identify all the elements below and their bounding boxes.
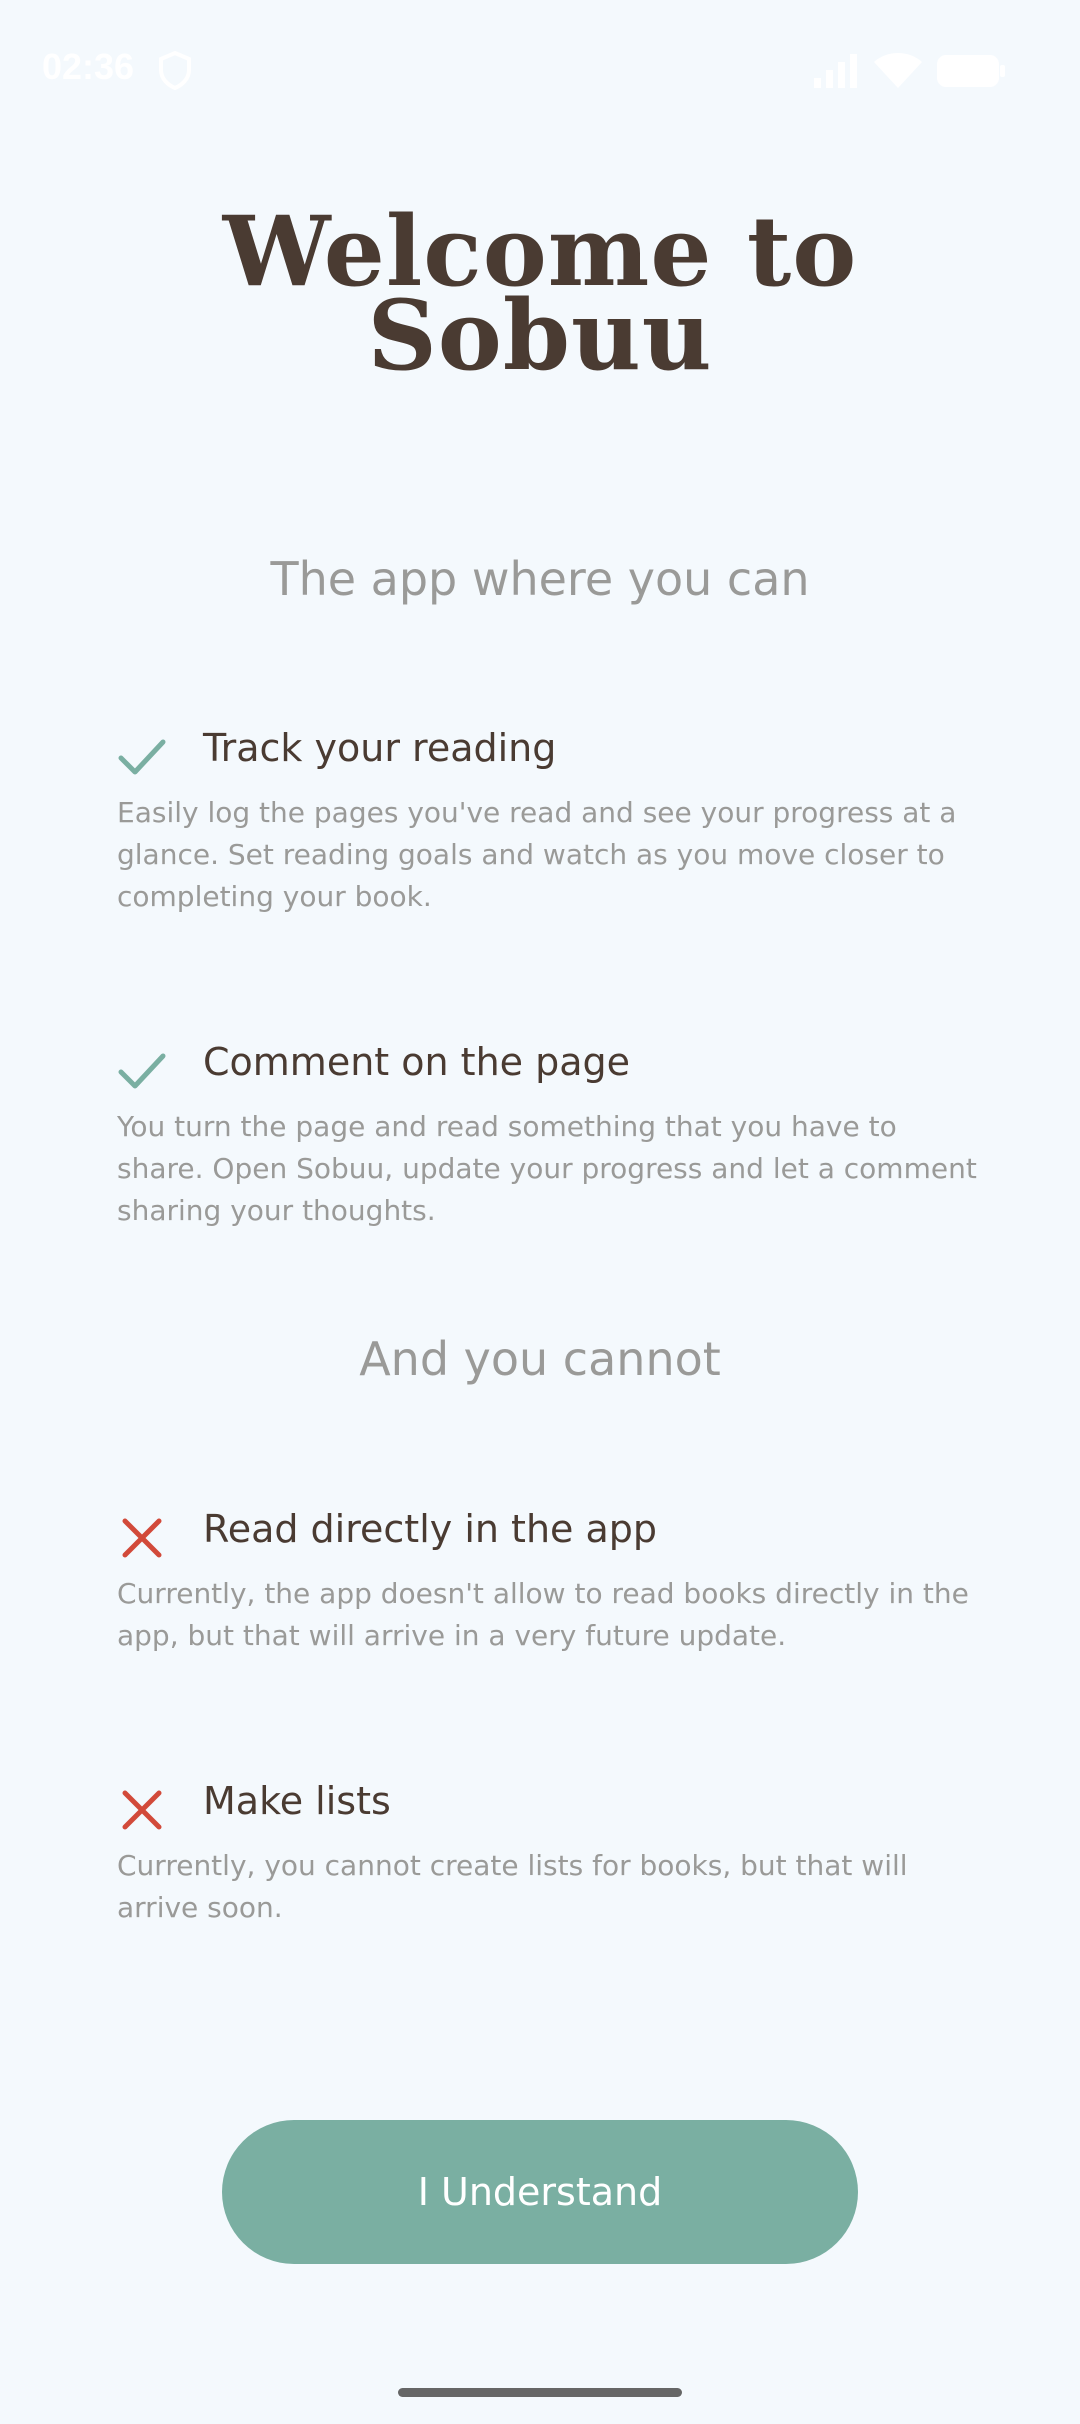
status-time: 02:36 <box>42 46 135 87</box>
limitation-item-read-in-app: Read directly in the app Currently, the … <box>117 1499 977 1657</box>
status-bar: 02:36 <box>0 0 1080 140</box>
limitation-description: Currently, you cannot create lists for b… <box>117 1849 908 1924</box>
understand-button[interactable]: I Understand <box>222 2120 858 2264</box>
wifi-icon <box>874 53 922 88</box>
shield-icon <box>159 50 191 90</box>
cross-icon <box>122 1790 162 1830</box>
feature-title: Comment on the page <box>203 1040 631 1084</box>
feature-item-comment-page: Comment on the page You turn the page an… <box>117 1032 977 1232</box>
feature-title: Track your reading <box>203 726 557 770</box>
can-heading: The app where you can <box>270 552 810 606</box>
limitation-description: Currently, the app doesn't allow to read… <box>117 1577 969 1652</box>
page-title: Welcome to Sobuu <box>0 204 1080 392</box>
limitation-item-make-lists: Make lists Currently, you cannot create … <box>117 1771 977 1929</box>
battery-icon <box>937 55 1005 87</box>
limitation-title: Make lists <box>203 1779 391 1823</box>
check-icon <box>118 1053 166 1089</box>
cross-icon <box>122 1518 162 1558</box>
feature-description: You turn the page and read something tha… <box>117 1110 977 1227</box>
check-icon <box>118 739 166 775</box>
cannot-heading: And you cannot <box>359 1332 721 1386</box>
limitation-title: Read directly in the app <box>203 1507 658 1551</box>
feature-item-track-reading: Track your reading Easily log the pages … <box>117 718 977 918</box>
feature-description: Easily log the pages you've read and see… <box>117 796 957 913</box>
title-line-2: Sobuu <box>367 279 713 392</box>
signal-icon <box>814 54 857 88</box>
home-indicator[interactable] <box>398 2388 682 2397</box>
